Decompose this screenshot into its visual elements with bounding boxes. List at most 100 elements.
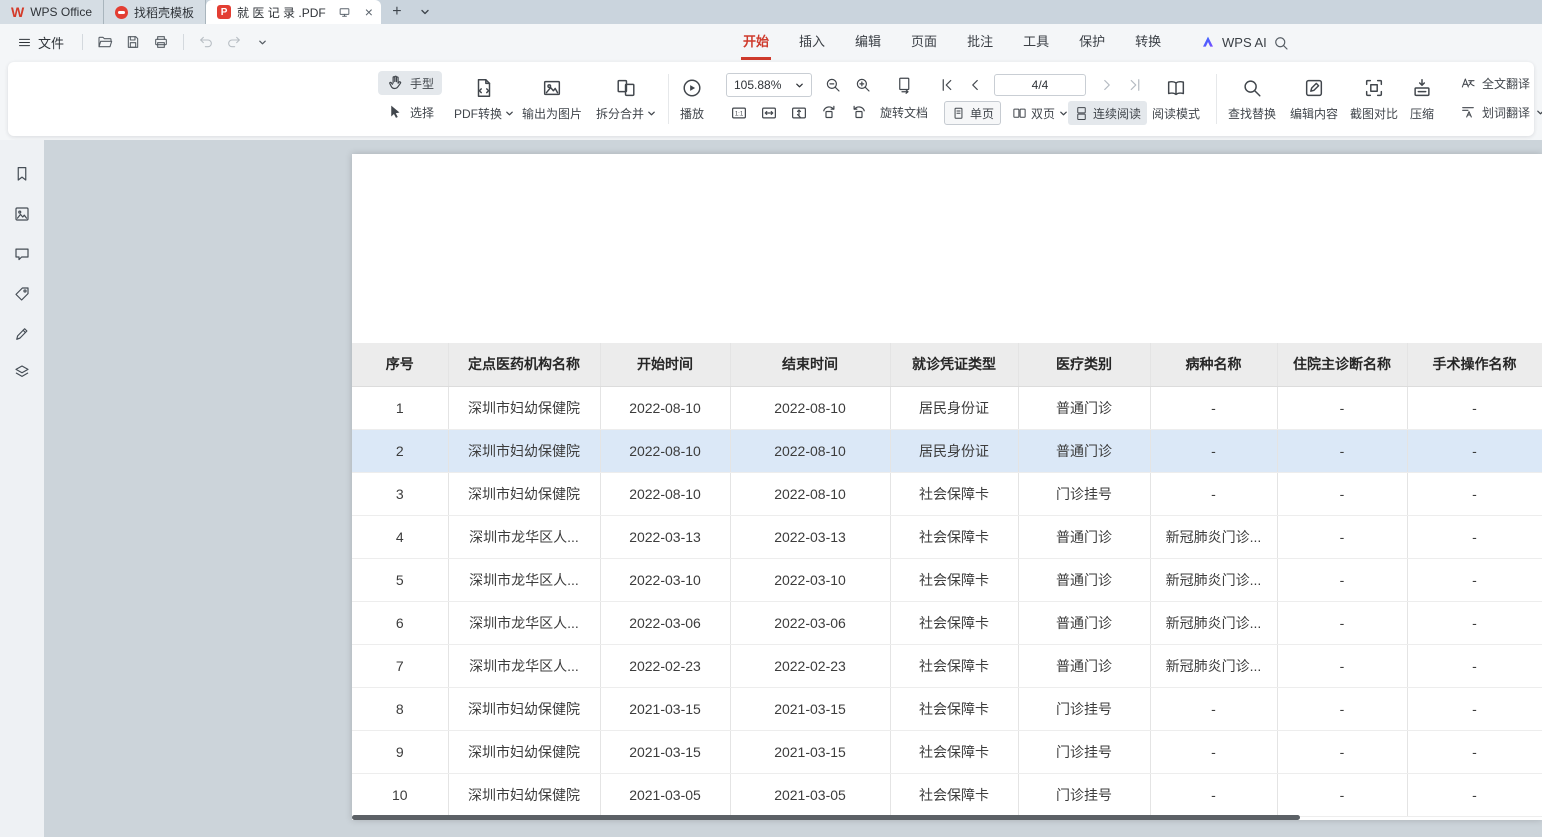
table-row[interactable]: 6深圳市龙华区人...2022-03-062022-03-06社会保障卡普通门诊… [352, 601, 1542, 644]
screenshot-compare-button[interactable]: 截图对比 [1346, 70, 1402, 128]
menu-tab-home[interactable]: 开始 [728, 24, 784, 60]
cursor-icon [386, 103, 404, 121]
table-row[interactable]: 7深圳市龙华区人...2022-02-232022-02-23社会保障卡普通门诊… [352, 644, 1542, 687]
tab-docer-template[interactable]: 找稻壳模板 [104, 0, 206, 24]
open-file-icon[interactable] [92, 29, 118, 55]
table-cell: 2022-03-06 [730, 601, 890, 644]
edit-content-label: 编辑内容 [1290, 105, 1338, 122]
undo-icon[interactable] [193, 29, 219, 55]
pdf-convert-button[interactable]: PDF转换 [450, 70, 518, 128]
redo-icon[interactable] [221, 29, 247, 55]
table-cell: - [1150, 386, 1277, 429]
menu-tab-protect[interactable]: 保护 [1064, 24, 1120, 60]
table-row[interactable]: 4深圳市龙华区人...2022-03-132022-03-13社会保障卡普通门诊… [352, 515, 1542, 558]
rotate-left-button[interactable] [816, 100, 842, 126]
close-tab-icon[interactable]: × [365, 4, 373, 20]
table-cell: 社会保障卡 [890, 730, 1018, 773]
zoom-in-button[interactable] [850, 72, 876, 98]
fit-width-button[interactable] [756, 100, 782, 126]
column-header: 定点医药机构名称 [448, 343, 600, 386]
table-cell: - [1407, 687, 1542, 730]
previous-page-button[interactable] [962, 72, 988, 98]
menu-tab-insert[interactable]: 插入 [784, 24, 840, 60]
comments-panel-icon[interactable] [12, 244, 32, 264]
layers-panel-icon[interactable] [12, 362, 32, 382]
export-as-image-label: 输出为图片 [522, 105, 582, 122]
table-cell: 2 [352, 429, 448, 472]
read-mode-button[interactable]: 阅读模式 [1148, 70, 1204, 128]
table-row[interactable]: 9深圳市妇幼保健院2021-03-152021-03-15社会保障卡门诊挂号--… [352, 730, 1542, 773]
menu-tab-page[interactable]: 页面 [896, 24, 952, 60]
horizontal-scrollbar[interactable] [352, 815, 1300, 820]
fit-page-button[interactable] [786, 100, 812, 126]
table-cell: 2021-03-05 [730, 773, 890, 816]
table-row[interactable]: 1深圳市妇幼保健院2022-08-102022-08-10居民身份证普通门诊--… [352, 386, 1542, 429]
table-cell: 社会保障卡 [890, 601, 1018, 644]
column-header: 住院主诊断名称 [1277, 343, 1407, 386]
single-page-mode-button[interactable]: 单页 [944, 101, 1001, 125]
tab-wps-office[interactable]: W WPS Office [0, 0, 104, 24]
play-label: 播放 [680, 105, 704, 122]
select-tool-button[interactable]: 选择 [378, 100, 442, 124]
column-header: 序号 [352, 343, 448, 386]
screen-share-icon[interactable] [338, 6, 351, 19]
word-translate-button[interactable]: 划词翻译 [1452, 100, 1542, 124]
ribbon-toolbar: 手型 选择 PDF转换 输出为图片 拆分合并 播放 [8, 62, 1534, 136]
new-tab-button[interactable]: + [385, 0, 409, 24]
wps-ai-button[interactable]: WPS AI [1192, 29, 1275, 55]
menu-tab-edit[interactable]: 编辑 [840, 24, 896, 60]
split-merge-button[interactable]: 拆分合并 [592, 70, 660, 128]
tab-list-button[interactable] [413, 0, 437, 24]
table-row[interactable]: 5深圳市龙华区人...2022-03-102022-03-10社会保障卡普通门诊… [352, 558, 1542, 601]
rotate-right-button[interactable] [846, 100, 872, 126]
table-cell: - [1407, 386, 1542, 429]
export-as-image-button[interactable]: 输出为图片 [518, 70, 586, 128]
save-icon[interactable] [120, 29, 146, 55]
zoom-select[interactable]: 105.88% [726, 73, 812, 97]
table-row[interactable]: 3深圳市妇幼保健院2022-08-102022-08-10社会保障卡门诊挂号--… [352, 472, 1542, 515]
next-page-button[interactable] [1094, 72, 1120, 98]
tab-label: 找稻壳模板 [134, 4, 194, 21]
actual-size-button[interactable]: 1:1 [726, 100, 752, 126]
table-row[interactable]: 8深圳市妇幼保健院2021-03-152021-03-15社会保障卡门诊挂号--… [352, 687, 1542, 730]
file-menu-button[interactable]: 文件 [8, 29, 73, 55]
signature-panel-icon[interactable] [12, 324, 32, 344]
compress-button[interactable]: 压缩 [1406, 70, 1438, 128]
wps-pdf-window: W WPS Office 找稻壳模板 P 就 医 记 录 .PDF × + 文件 [0, 0, 1542, 837]
menu-tab-tools[interactable]: 工具 [1008, 24, 1064, 60]
table-cell: 深圳市妇幼保健院 [448, 687, 600, 730]
page-pan-button[interactable] [892, 72, 918, 98]
table-row[interactable]: 10深圳市妇幼保健院2021-03-052021-03-05社会保障卡门诊挂号-… [352, 773, 1542, 816]
continuous-read-mode-button[interactable]: 连续阅读 [1068, 101, 1147, 125]
thumbnails-panel-icon[interactable] [12, 204, 32, 224]
document-viewport[interactable]: 序号定点医药机构名称开始时间结束时间就诊凭证类型医疗类别病种名称住院主诊断名称手… [44, 140, 1542, 837]
print-icon[interactable] [148, 29, 174, 55]
table-cell: 居民身份证 [890, 386, 1018, 429]
play-button[interactable]: 播放 [676, 70, 708, 128]
hand-tool-button[interactable]: 手型 [378, 71, 442, 95]
last-page-button[interactable] [1122, 72, 1148, 98]
column-header: 就诊凭证类型 [890, 343, 1018, 386]
menu-tab-convert[interactable]: 转换 [1120, 24, 1176, 60]
full-text-translate-button[interactable]: 全文翻译 [1452, 71, 1538, 95]
more-actions-icon[interactable] [249, 29, 275, 55]
rotate-document-button[interactable]: 旋转文档 [880, 100, 928, 124]
table-cell: - [1277, 472, 1407, 515]
table-row[interactable]: 2深圳市妇幼保健院2022-08-102022-08-10居民身份证普通门诊--… [352, 429, 1542, 472]
menu-bar: 文件 开始 插入 编辑 [0, 24, 1542, 60]
first-page-button[interactable] [934, 72, 960, 98]
column-header: 开始时间 [600, 343, 730, 386]
bookmarks-panel-icon[interactable] [12, 164, 32, 184]
double-page-mode-button[interactable]: 双页 [1006, 101, 1074, 125]
find-replace-button[interactable]: 查找替换 [1224, 70, 1280, 128]
zoom-out-button[interactable] [820, 72, 846, 98]
tags-panel-icon[interactable] [12, 284, 32, 304]
docer-icon [115, 6, 128, 19]
tab-document[interactable]: P 就 医 记 录 .PDF × [206, 0, 381, 24]
page-indicator[interactable]: 4/4 [994, 74, 1086, 96]
table-cell: 2021-03-15 [730, 687, 890, 730]
edit-content-button[interactable]: 编辑内容 [1286, 70, 1342, 128]
search-icon[interactable] [1270, 32, 1292, 54]
menu-tab-comment[interactable]: 批注 [952, 24, 1008, 60]
zoom-value: 105.88% [734, 78, 781, 92]
